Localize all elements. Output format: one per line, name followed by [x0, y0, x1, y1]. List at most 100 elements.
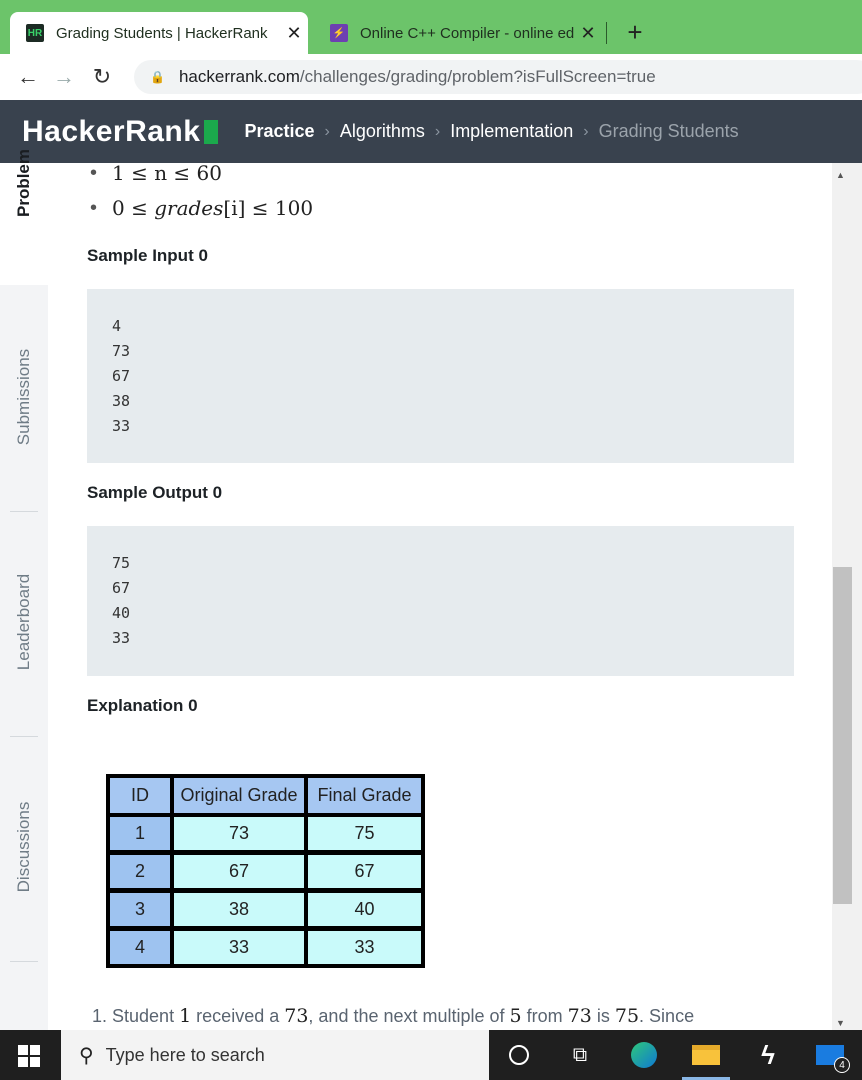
code-line: 33 [112, 417, 131, 435]
file-explorer-icon[interactable] [690, 1039, 722, 1071]
divider [10, 511, 38, 512]
table-cell: 73 [174, 817, 304, 850]
explanation-paragraph: 1. Student 1 received a 73, and the next… [92, 1005, 694, 1027]
code-line: 38 [112, 392, 131, 410]
hackerrank-logo[interactable]: HackerRank [22, 114, 219, 149]
windows-start-icon[interactable] [18, 1045, 40, 1067]
code-line: 33 [112, 629, 131, 647]
para-math: 5 [509, 1005, 522, 1027]
side-tab-leaderboard[interactable]: Leaderboard [14, 574, 34, 670]
forward-arrow-icon[interactable]: → [48, 64, 80, 90]
breadcrumb-algorithms[interactable]: Algorithms [340, 121, 425, 142]
side-tab-problem-label: Problem [14, 148, 33, 218]
grades-table-image: ID Original Grade Final Grade 1 73 75 2 … [106, 774, 425, 968]
bullet: • [90, 197, 98, 219]
breadcrumb-current: Grading Students [598, 121, 739, 141]
tab-title: Online C++ Compiler - online ed [360, 24, 574, 42]
mail-icon[interactable]: 4 [814, 1039, 850, 1073]
constraint-n: 1 ≤ n ≤ 60 [112, 163, 222, 185]
cortana-icon[interactable] [503, 1039, 535, 1071]
sample-input-box: 4 73 67 38 33 [87, 289, 794, 463]
tab-online-cpp-compiler[interactable]: ⚡ Online C++ Compiler - online ed ✕ [314, 12, 602, 54]
table-header: Final Grade [308, 778, 421, 813]
sample-output-heading: Sample Output 0 [87, 483, 223, 502]
hackerrank-favicon-icon: HR [26, 24, 44, 42]
side-tabs: Problem Submissions Leaderboard Discussi… [0, 149, 48, 1030]
new-tab-button[interactable]: + [620, 16, 650, 48]
side-tab-discussions[interactable]: Discussions [14, 802, 34, 893]
para-math: 73 [284, 1005, 309, 1027]
divider [10, 961, 38, 962]
scroll-down-icon[interactable]: ▼ [836, 1018, 845, 1028]
table-cell-id: 4 [110, 931, 170, 964]
table-cell: 75 [308, 817, 421, 850]
bullet: • [90, 163, 98, 184]
side-tab-problem[interactable]: Problem [0, 149, 48, 285]
chevron-right-icon: › [434, 122, 441, 140]
code-line: 75 [112, 554, 131, 572]
close-icon[interactable]: ✕ [280, 23, 308, 44]
side-tab-submissions[interactable]: Submissions [14, 349, 34, 445]
para-math: 75 [614, 1005, 640, 1027]
tab-separator [606, 22, 607, 44]
tab-title: Grading Students | HackerRank [56, 24, 268, 42]
para-math: 1 [179, 1005, 192, 1027]
code-line: 4 [112, 317, 122, 335]
para-text: is [591, 1006, 615, 1026]
search-icon: ⚲ [79, 1044, 94, 1067]
scrollbar-thumb[interactable] [833, 567, 852, 904]
code-line: 67 [112, 579, 131, 597]
table-header: Original Grade [174, 778, 304, 813]
mail-badge: 4 [834, 1057, 850, 1073]
chevron-right-icon: › [324, 122, 330, 140]
windows-taskbar: ⚲ Type here to search ⧉ ϟ 4 [0, 1030, 862, 1080]
problem-content: • 1 ≤ n ≤ 60 • 0 ≤ grades[i] ≤ 100 Sampl… [48, 163, 832, 1030]
table-cell-id: 1 [110, 817, 170, 850]
divider [10, 736, 38, 737]
table-cell: 67 [308, 855, 421, 888]
constraint-index: [i] [223, 196, 246, 220]
address-bar[interactable]: 🔒 hackerrank.com/challenges/grading/prob… [134, 60, 862, 94]
reload-icon[interactable]: ↻ [86, 64, 118, 90]
task-view-icon[interactable]: ⧉ [564, 1039, 596, 1071]
breadcrumb: Practice › Algorithms › Implementation ›… [244, 121, 738, 142]
constraint-part: ≤ 100 [245, 196, 314, 220]
table-cell: 67 [174, 855, 304, 888]
logo-block-icon [204, 119, 219, 144]
para-text: 1. Student [92, 1006, 180, 1026]
para-math: 73 [567, 1005, 592, 1027]
url-domain: hackerrank.com [178, 67, 300, 86]
code-line: 40 [112, 604, 131, 622]
logo-text: HackerRank [22, 114, 201, 148]
para-text: from [521, 1006, 568, 1026]
constraint-grades: 0 ≤ grades[i] ≤ 100 [112, 196, 313, 220]
browser-toolbar: ← → ↻ 🔒 hackerrank.com/challenges/gradin… [0, 54, 862, 100]
explanation-heading: Explanation 0 [87, 696, 198, 715]
table-header: ID [110, 778, 170, 813]
para-text: received a [191, 1006, 285, 1026]
scroll-up-icon[interactable]: ▲ [836, 170, 845, 180]
table-cell: 33 [174, 931, 304, 964]
breadcrumb-implementation[interactable]: Implementation [450, 121, 573, 142]
table-cell: 38 [174, 893, 304, 926]
breadcrumb-practice[interactable]: Practice [244, 121, 314, 142]
url-path: /challenges/grading/problem?isFullScreen… [299, 67, 656, 86]
code-line: 67 [112, 367, 131, 385]
back-arrow-icon[interactable]: ← [12, 64, 44, 90]
close-icon[interactable]: ✕ [574, 23, 602, 44]
bolt-favicon-icon: ⚡ [330, 24, 348, 42]
tab-grading-students[interactable]: HR Grading Students | HackerRank ✕ [10, 12, 308, 54]
chevron-right-icon: › [583, 122, 589, 140]
table-cell: 33 [308, 931, 421, 964]
para-text: . Since [639, 1006, 695, 1026]
sample-input-heading: Sample Input 0 [87, 246, 208, 265]
taskbar-search-input[interactable]: ⚲ Type here to search [61, 1030, 489, 1080]
table-cell: 40 [308, 893, 421, 926]
edge-icon[interactable] [628, 1039, 660, 1071]
lock-icon: 🔒 [150, 70, 165, 84]
constraint-var: grades [154, 196, 224, 220]
para-text: , and the next multiple of [308, 1006, 510, 1026]
code-line: 73 [112, 342, 131, 360]
table-cell-id: 3 [110, 893, 170, 926]
bolt-app-icon[interactable]: ϟ [752, 1039, 784, 1071]
